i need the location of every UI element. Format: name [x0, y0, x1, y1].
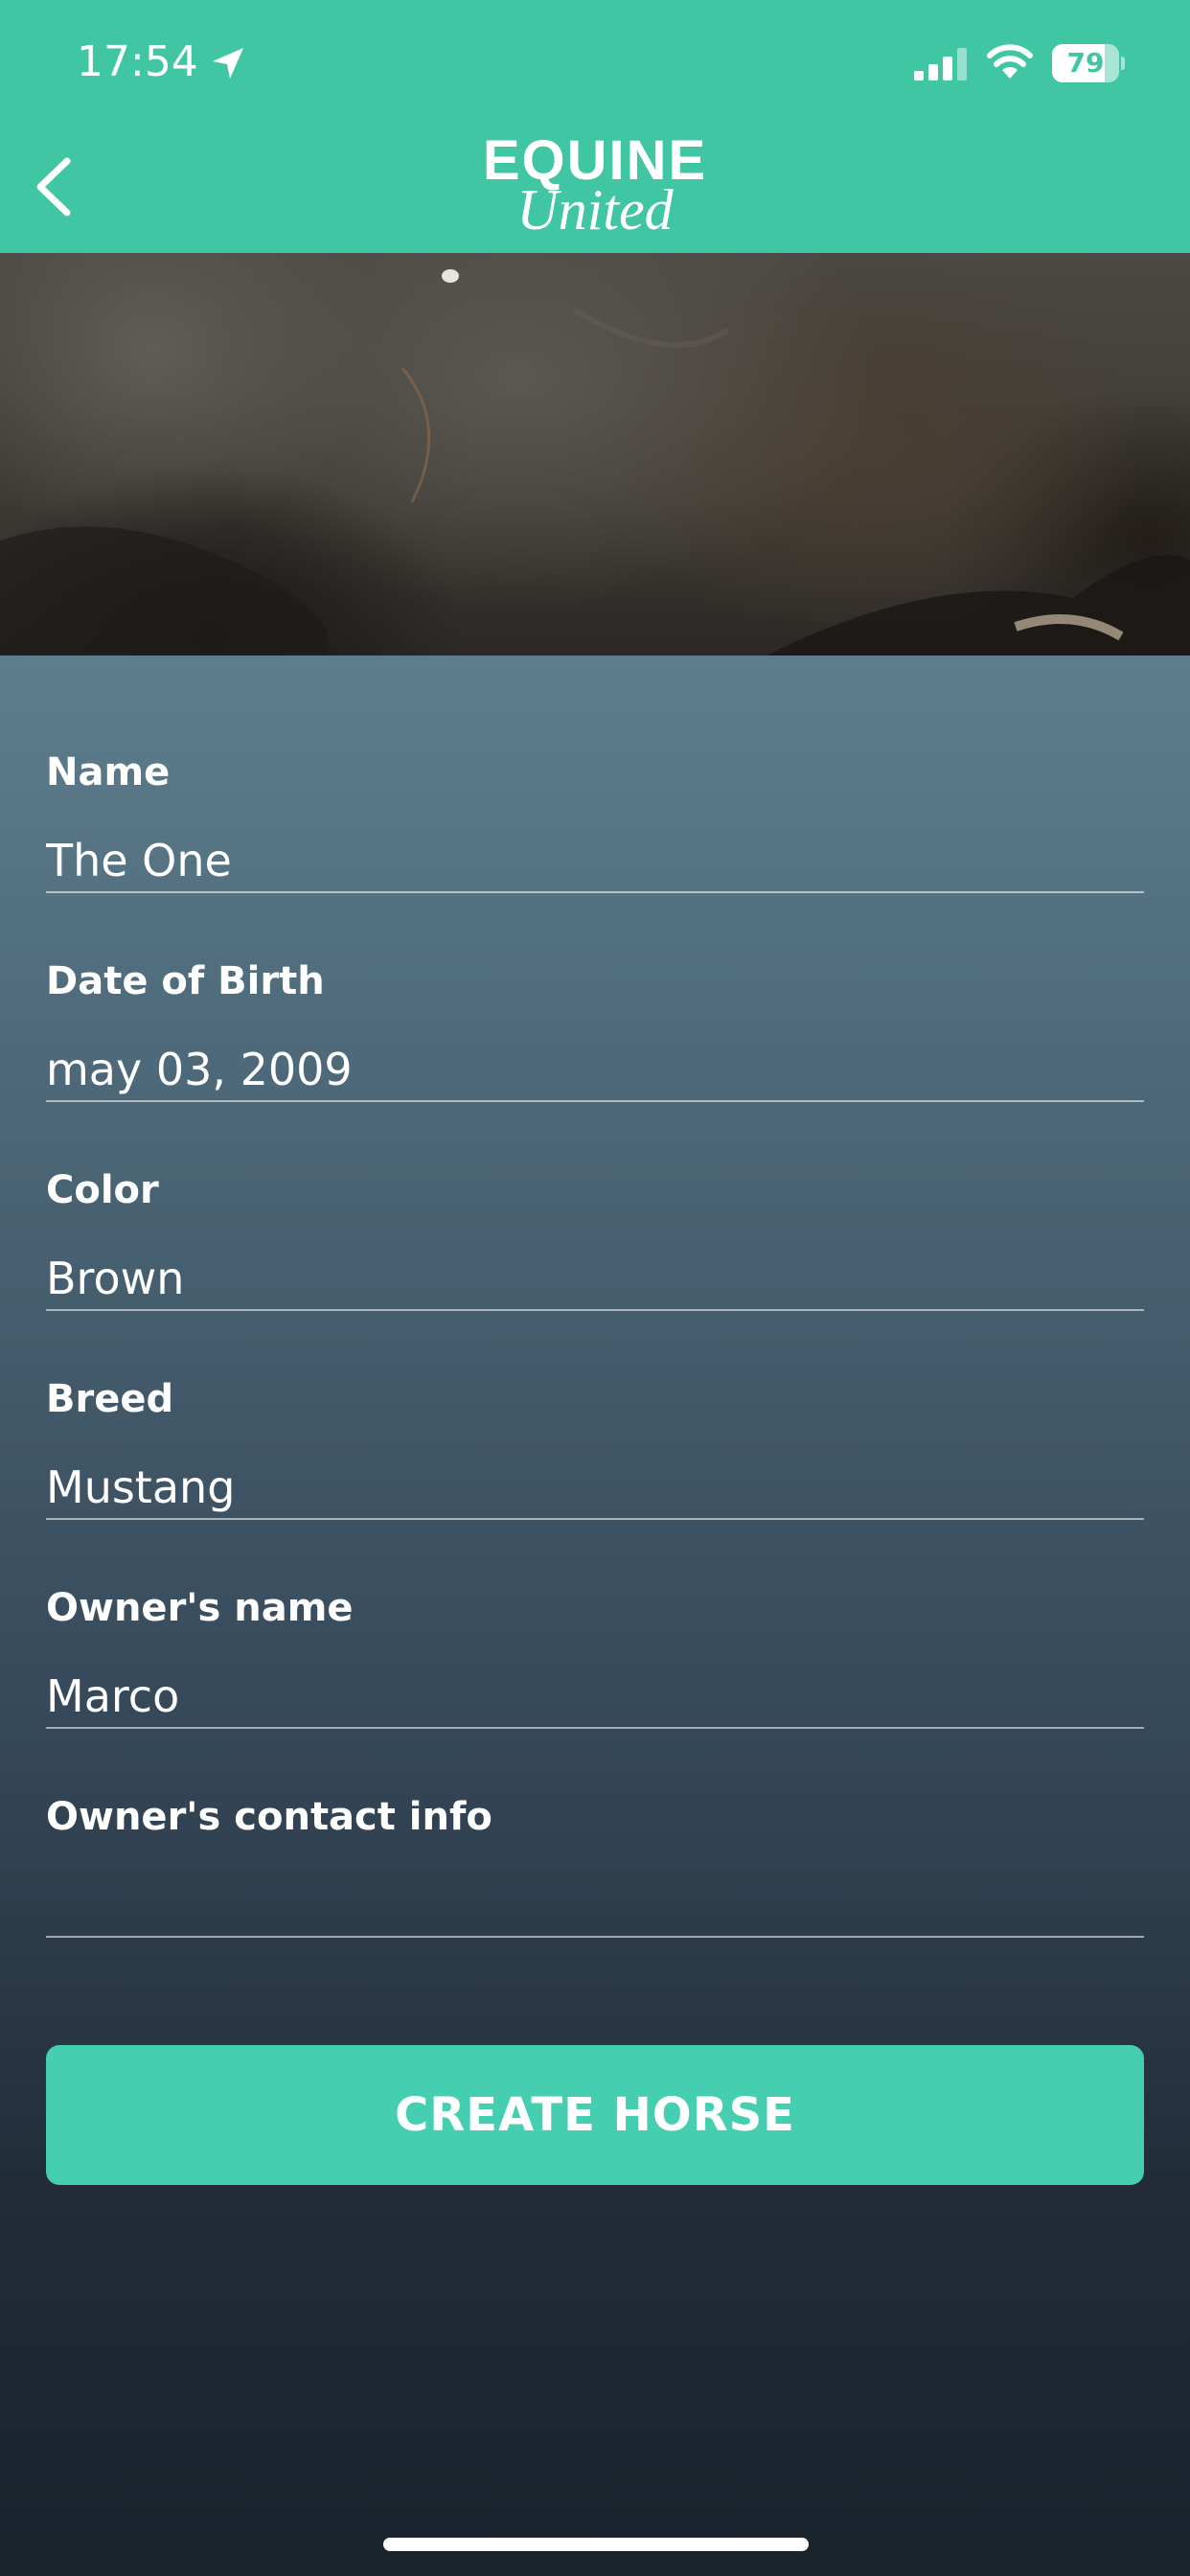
equine-united-logo: EQUINE United — [460, 130, 730, 245]
name-label: Name — [46, 750, 171, 794]
battery-percent: 79 — [1066, 47, 1105, 79]
horse-photo — [0, 253, 1190, 656]
color-input[interactable] — [46, 1248, 1144, 1311]
logo-line2: United — [516, 178, 674, 242]
breed-input[interactable] — [46, 1457, 1144, 1520]
signal-icon — [914, 48, 967, 80]
date-of-birth-label: Date of Birth — [46, 959, 325, 1003]
breed-label: Breed — [46, 1377, 174, 1421]
app-header: 17:54 79 EQUINE United — [0, 0, 1190, 253]
field-owners-name: Owner's name — [46, 1583, 1144, 1765]
field-date-of-birth: Date of Birth — [46, 956, 1144, 1138]
field-name: Name — [46, 748, 1144, 930]
owners-name-input[interactable] — [46, 1666, 1144, 1729]
battery-cap — [1121, 57, 1125, 70]
field-color: Color — [46, 1165, 1144, 1347]
home-indicator — [383, 2538, 809, 2551]
field-owners-contact: Owner's contact info — [46, 1792, 1144, 1974]
owners-name-label: Owner's name — [46, 1586, 354, 1630]
back-button[interactable] — [25, 153, 86, 220]
name-input[interactable] — [46, 830, 1144, 893]
color-label: Color — [46, 1168, 159, 1212]
location-arrow-icon — [213, 48, 243, 79]
status-time: 17:54 — [77, 37, 198, 86]
battery-icon: 79 — [1052, 44, 1125, 82]
wifi-icon — [987, 44, 1033, 79]
field-breed: Breed — [46, 1374, 1144, 1556]
horse-photo-shading — [0, 269, 1190, 656]
date-of-birth-input[interactable] — [46, 1039, 1144, 1102]
horse-form: Name Date of Birth Color Breed Owner's n… — [0, 656, 1190, 2576]
owners-contact-input[interactable] — [46, 1874, 1144, 1938]
create-horse-button[interactable]: CREATE HORSE — [46, 2045, 1144, 2185]
chevron-left-icon — [36, 157, 71, 217]
owners-contact-label: Owner's contact info — [46, 1795, 492, 1839]
battery-body: 79 — [1052, 44, 1119, 82]
